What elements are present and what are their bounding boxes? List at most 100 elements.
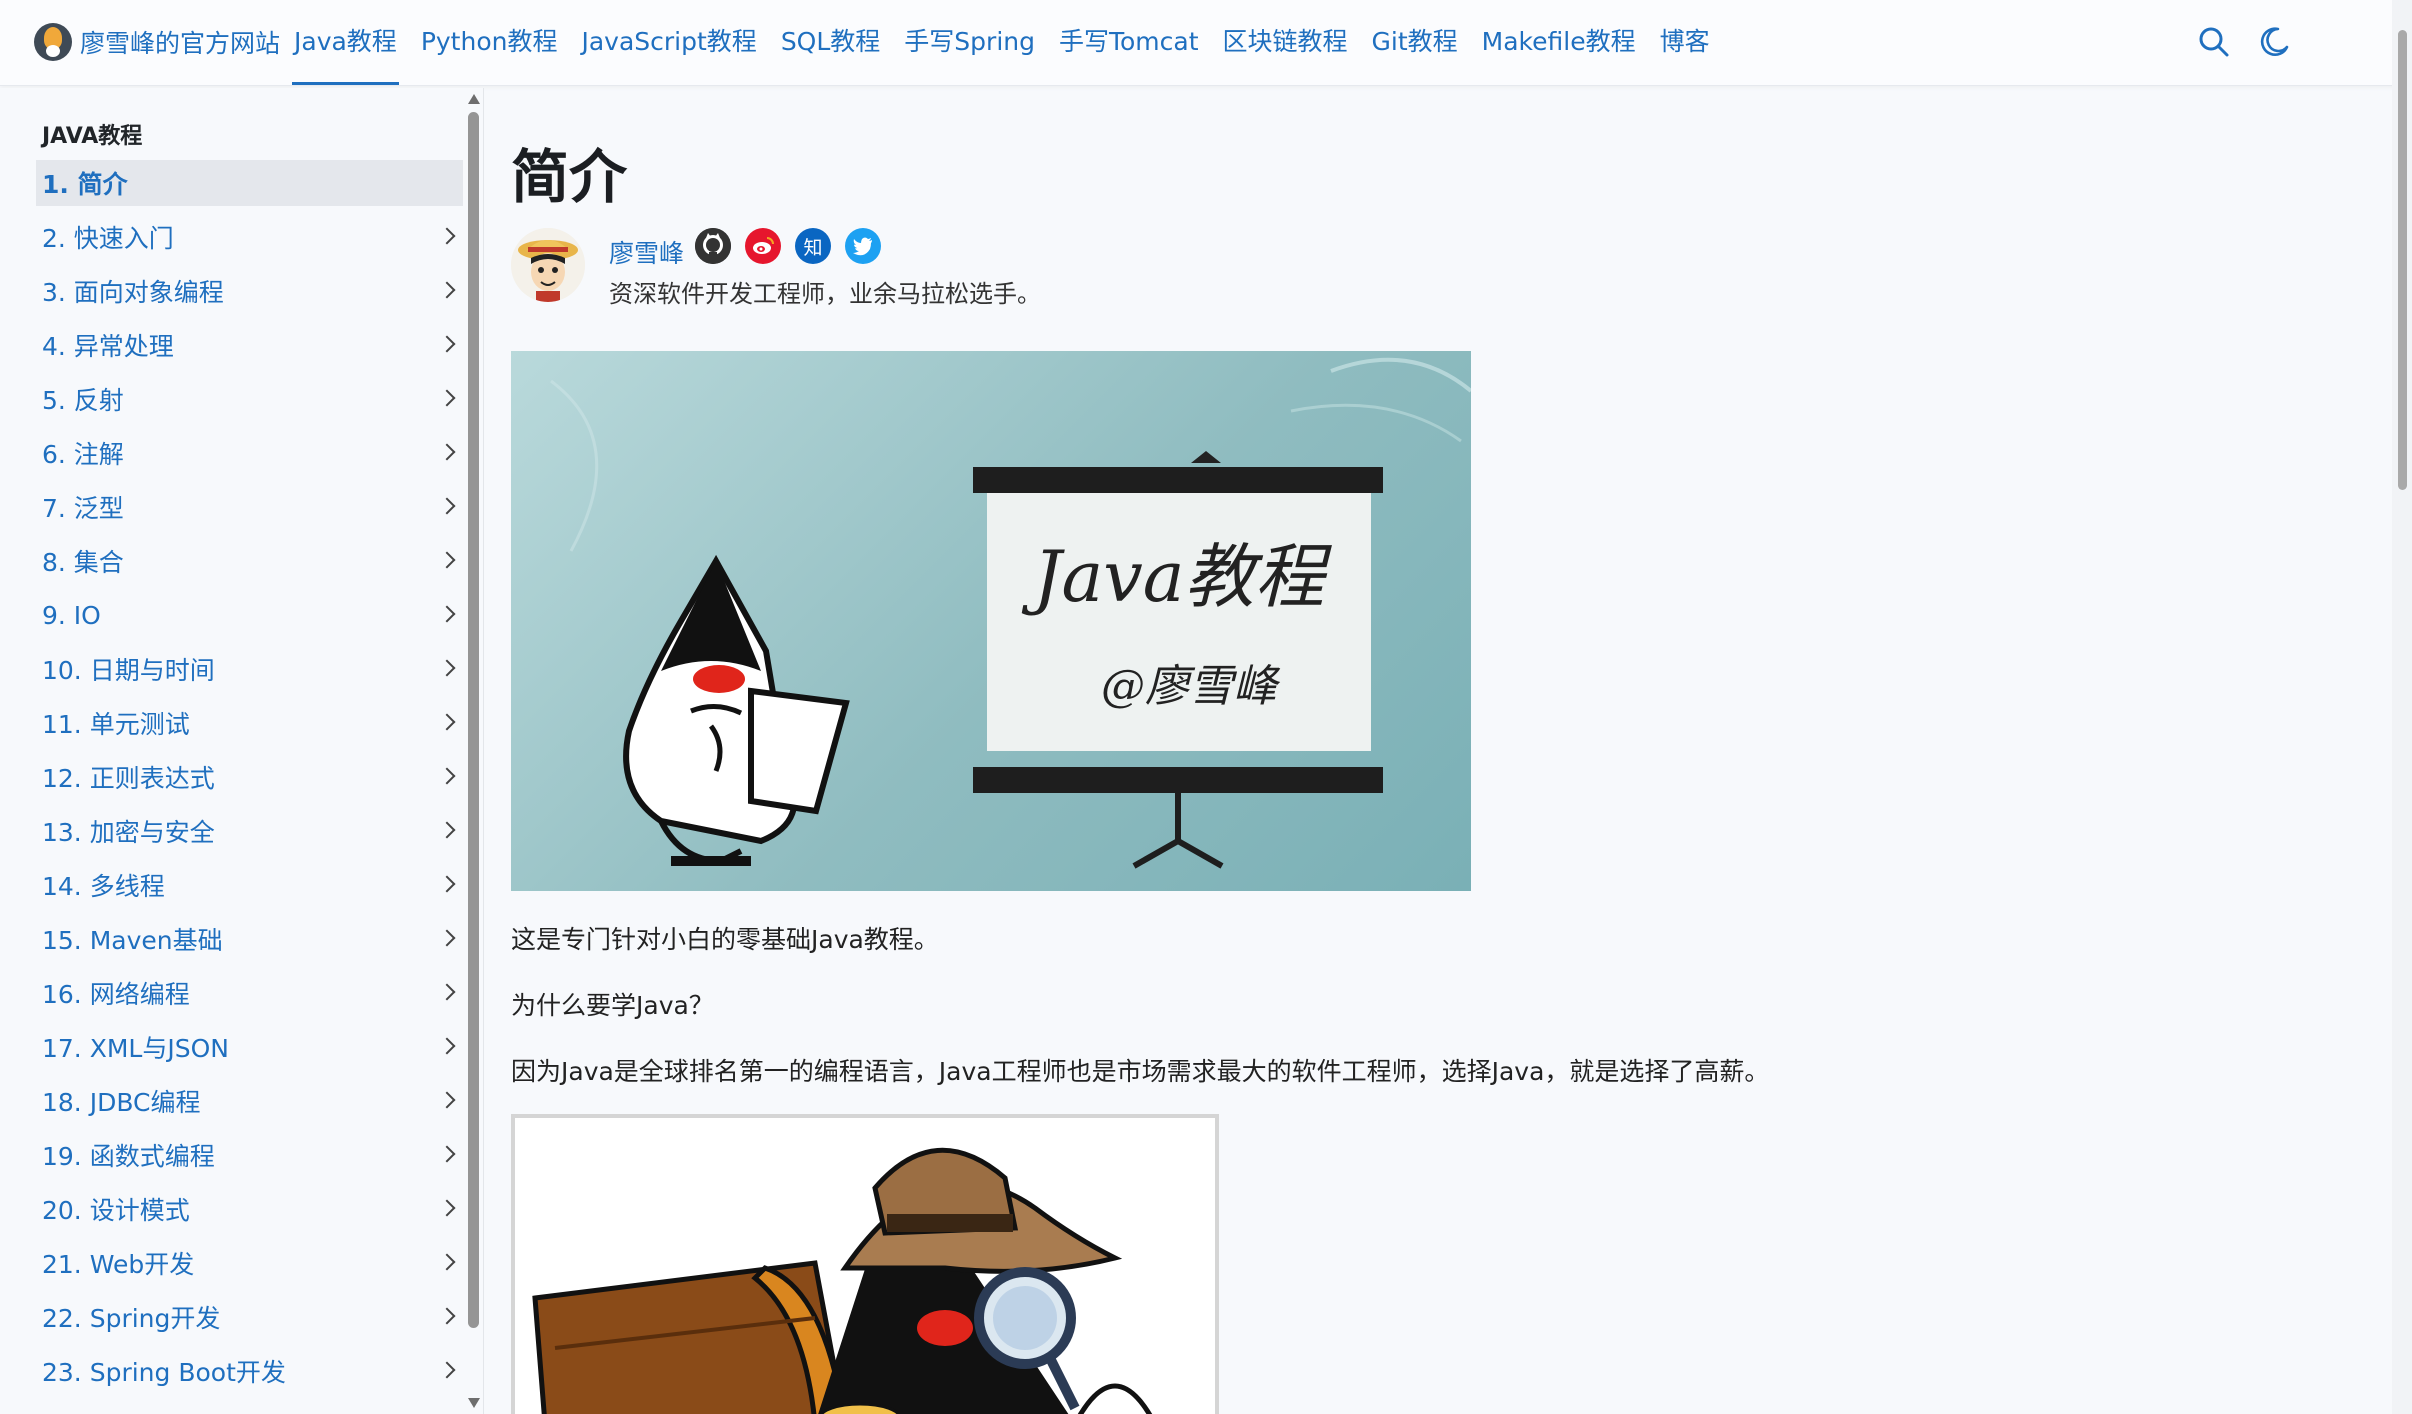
toc-item-maven[interactable]: 15. Maven基础 [36, 916, 463, 962]
hero-board-title: Java教程 [1021, 536, 1332, 618]
toc-item-reflection[interactable]: 5. 反射 [36, 376, 463, 422]
toc-item-label: 4. 异常处理 [42, 332, 174, 361]
chevron-right-icon[interactable] [438, 1145, 456, 1163]
zhihu-glyph: 知 [803, 236, 823, 259]
author-avatar[interactable] [511, 228, 585, 302]
toc-item-label: 12. 正则表达式 [42, 764, 215, 793]
nav-link-spring[interactable]: 手写Spring [904, 22, 1035, 62]
chevron-right-icon[interactable] [438, 281, 456, 299]
github-icon[interactable] [695, 228, 731, 264]
page-title: 简介 [511, 143, 628, 211]
sidebar-scrollbar[interactable] [465, 88, 481, 1414]
toc-item-label: 9. IO [42, 600, 101, 630]
site-brand-link[interactable]: 廖雪峰的官方网站 [34, 22, 280, 62]
chevron-right-icon[interactable] [438, 1253, 456, 1271]
toc-item-label: 5. 反射 [42, 386, 124, 415]
page-scrollbar-thumb[interactable] [2398, 30, 2407, 490]
site-logo-icon [34, 23, 72, 61]
toc-item-label: 6. 注解 [42, 440, 124, 469]
chevron-right-icon[interactable] [438, 227, 456, 245]
chevron-right-icon[interactable] [438, 983, 456, 1001]
toc-item-label: 2. 快速入门 [42, 224, 174, 253]
chevron-right-icon[interactable] [438, 389, 456, 407]
zhihu-icon[interactable]: 知 [795, 228, 831, 264]
search-icon[interactable] [2194, 22, 2234, 62]
nav-link-blockchain[interactable]: 区块链教程 [1223, 22, 1348, 62]
toc-item-annotations[interactable]: 6. 注解 [36, 430, 463, 476]
sidebar-scrollbar-thumb[interactable] [468, 112, 479, 1328]
toc-item-threads[interactable]: 14. 多线程 [36, 862, 463, 908]
author-name-link[interactable]: 廖雪峰 [609, 234, 684, 270]
toc-item-label: 11. 单元测试 [42, 710, 190, 739]
toc-item-collections[interactable]: 8. 集合 [36, 538, 463, 584]
toc-item-label: 1. 简介 [42, 170, 128, 199]
author-bio: 资深软件开发工程师，业余马拉松选手。 [609, 280, 1041, 308]
chevron-right-icon[interactable] [438, 1199, 456, 1217]
toc-item-oop[interactable]: 3. 面向对象编程 [36, 268, 463, 314]
toc-item-unittest[interactable]: 11. 单元测试 [36, 700, 463, 746]
toc-item-quickstart[interactable]: 2. 快速入门 [36, 214, 463, 260]
toc-item-spring[interactable]: 22. Spring开发 [36, 1294, 463, 1340]
chevron-right-icon[interactable] [438, 551, 456, 569]
chevron-right-icon[interactable] [438, 1361, 456, 1379]
toc-item-label: 10. 日期与时间 [42, 656, 215, 685]
toc-item-label: 13. 加密与安全 [42, 818, 215, 847]
toc-item-intro[interactable]: 1. 简介 [36, 160, 463, 206]
toc-item-label: 3. 面向对象编程 [42, 278, 224, 307]
nav-link-javascript[interactable]: JavaScript教程 [581, 22, 756, 62]
nav-link-python[interactable]: Python教程 [421, 22, 558, 62]
chevron-right-icon[interactable] [438, 1091, 456, 1109]
toc-item-label: 16. 网络编程 [42, 980, 190, 1009]
weibo-icon[interactable] [745, 228, 781, 264]
hero-image: Java教程 @廖雪峰 [511, 351, 1471, 891]
toc-item-label: 19. 函数式编程 [42, 1142, 215, 1171]
toc-item-datetime[interactable]: 10. 日期与时间 [36, 646, 463, 692]
chevron-right-icon[interactable] [438, 1307, 456, 1325]
toc-item-label: 8. 集合 [42, 548, 124, 577]
moon-icon[interactable] [2254, 22, 2294, 62]
toc-item-io[interactable]: 9. IO [36, 592, 463, 638]
chevron-right-icon[interactable] [438, 875, 456, 893]
toc-item-jdbc[interactable]: 18. JDBC编程 [36, 1078, 463, 1124]
toc-item-regex[interactable]: 12. 正则表达式 [36, 754, 463, 800]
page-scrollbar[interactable] [2392, 0, 2412, 1414]
toc-item-exceptions[interactable]: 4. 异常处理 [36, 322, 463, 368]
toc-item-label: 23. Spring Boot开发 [42, 1358, 286, 1387]
toc-item-functional[interactable]: 19. 函数式编程 [36, 1132, 463, 1178]
nav-link-java[interactable]: Java教程 [292, 22, 399, 85]
toc-item-springboot[interactable]: 23. Spring Boot开发 [36, 1348, 463, 1394]
twitter-icon[interactable] [845, 228, 881, 264]
chevron-right-icon[interactable] [438, 443, 456, 461]
toc-item-network[interactable]: 16. 网络编程 [36, 970, 463, 1016]
toc-item-web[interactable]: 21. Web开发 [36, 1240, 463, 1286]
toc-list: 1. 简介 2. 快速入门 3. 面向对象编程 4. 异常处理 5. 反射 6.… [36, 160, 463, 1402]
nav-link-sql[interactable]: SQL教程 [781, 22, 880, 62]
toc-item-patterns[interactable]: 20. 设计模式 [36, 1186, 463, 1232]
chevron-right-icon[interactable] [438, 767, 456, 785]
chevron-right-icon[interactable] [438, 929, 456, 947]
reason-paragraph: 因为Java是全球排名第一的编程语言，Java工程师也是市场需求最大的软件工程师… [511, 1057, 1770, 1086]
chevron-right-icon[interactable] [438, 1037, 456, 1055]
toc-item-xml-json[interactable]: 17. XML与JSON [36, 1024, 463, 1070]
nav-link-git[interactable]: Git教程 [1372, 22, 1458, 62]
detective-duke-image [511, 1114, 1219, 1414]
toc-item-crypto[interactable]: 13. 加密与安全 [36, 808, 463, 854]
nav-link-tomcat[interactable]: 手写Tomcat [1059, 22, 1199, 62]
nav-link-blog[interactable]: 博客 [1660, 22, 1710, 62]
chevron-right-icon[interactable] [438, 659, 456, 677]
chevron-right-icon[interactable] [438, 335, 456, 353]
chevron-right-icon[interactable] [438, 713, 456, 731]
sidebar-heading: JAVA教程 [42, 124, 143, 149]
toc-item-generics[interactable]: 7. 泛型 [36, 484, 463, 530]
chevron-right-icon[interactable] [438, 821, 456, 839]
nav-link-makefile[interactable]: Makefile教程 [1482, 22, 1636, 62]
scroll-down-arrow-icon[interactable] [468, 1398, 480, 1408]
hero-board-subtitle: @廖雪峰 [1101, 661, 1281, 712]
chevron-right-icon[interactable] [438, 605, 456, 623]
site-brand-label: 廖雪峰的官方网站 [80, 29, 281, 58]
chevron-right-icon[interactable] [438, 497, 456, 515]
top-navbar: 廖雪峰的官方网站 Java教程 Python教程 JavaScript教程 SQ… [0, 0, 2412, 86]
toc-item-label: 21. Web开发 [42, 1250, 195, 1279]
scroll-up-arrow-icon[interactable] [468, 94, 480, 104]
sidebar: JAVA教程 1. 简介 2. 快速入门 3. 面向对象编程 4. 异常处理 5… [0, 88, 484, 1414]
